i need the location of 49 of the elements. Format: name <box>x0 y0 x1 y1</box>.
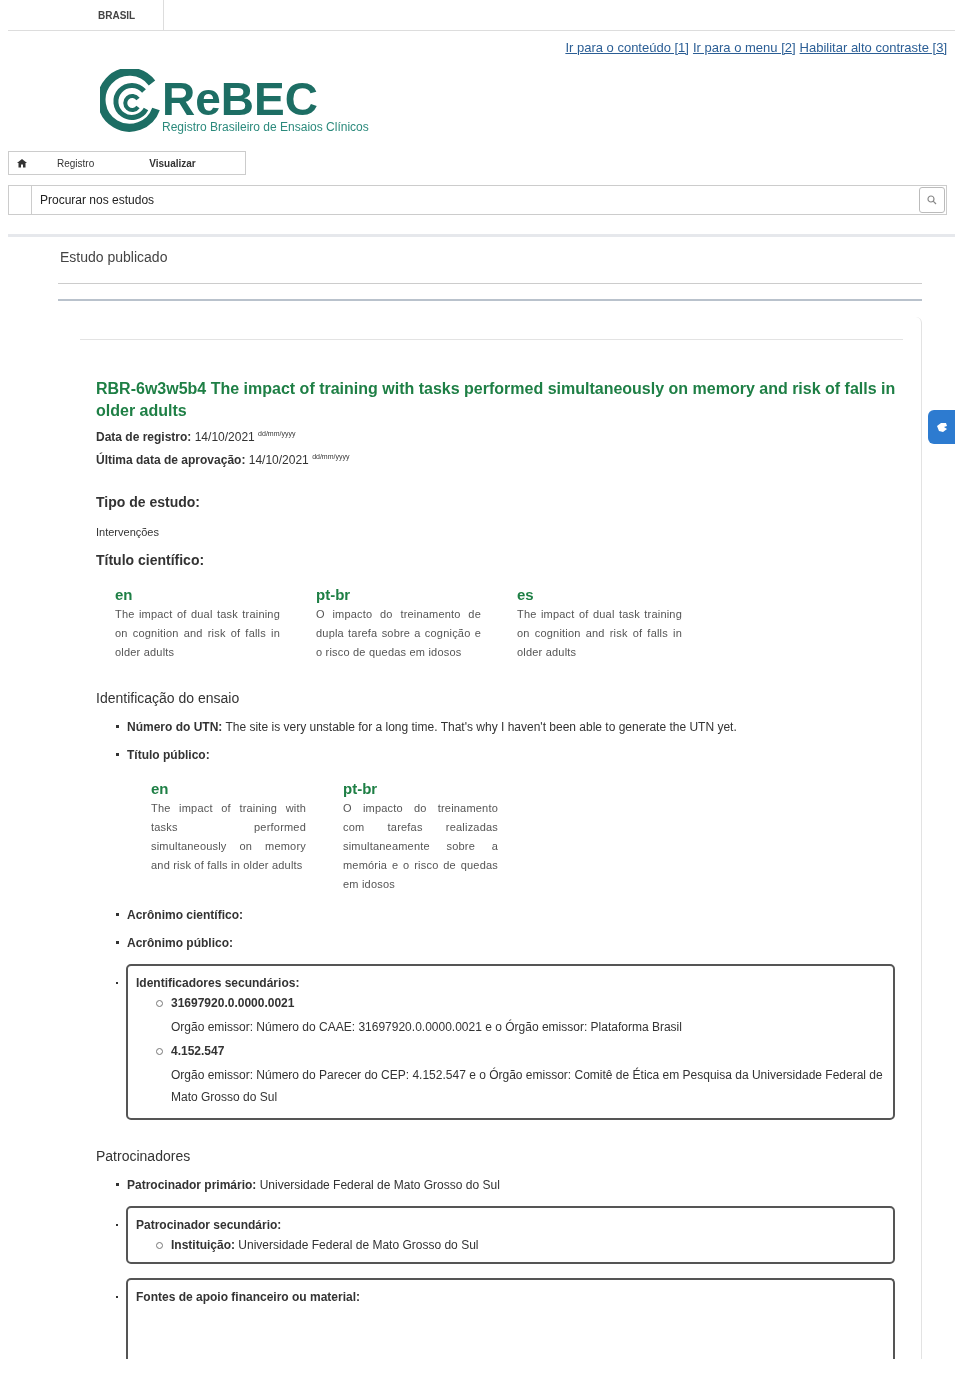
language-code: pt-br <box>343 780 379 797</box>
field-text: Título público: <box>127 748 210 762</box>
field-text: Patrocinador primário: Universidade Federal de Mato Grosso do Sul <box>127 1178 500 1192</box>
bullet-icon <box>116 941 119 944</box>
breadcrumb-link[interactable]: Visualizar <box>149 157 196 169</box>
language-code: es <box>517 586 535 603</box>
issuer-text: Orgão emissor: Número do CAAE: 31697920.0.0000.0021 e o Órgão emissor: Plataforma Brasil <box>171 1018 682 1036</box>
identifier-text: 31697920.0.0000.0021 <box>171 996 296 1010</box>
translated-title: The impact of dual task training on cognition and risk of falls in older adults <box>517 607 682 660</box>
search-icon <box>927 195 937 205</box>
accessibility-link[interactable]: Habilitar alto contraste [3] <box>799 40 947 55</box>
translated-title: The impact of dual task training on cognition and risk of falls in older adults <box>115 607 280 660</box>
section-subheading: Título científico: <box>96 552 206 568</box>
group-label: Patrocinador secundário: <box>136 1218 283 1232</box>
field-text: Acrônimo público: <box>127 936 233 950</box>
bullet-icon <box>116 913 119 916</box>
search-button[interactable] <box>919 187 945 213</box>
language-code: en <box>151 780 170 797</box>
breadcrumb-link[interactable]: Registro <box>57 157 95 169</box>
date-line: Última data de aprovação: 14/10/2021 $^{dd/mm/yyyy}$ <box>96 451 351 469</box>
language-code: en <box>115 586 134 603</box>
bullet-icon <box>116 753 119 756</box>
country-label[interactable]: BRASIL <box>8 0 165 30</box>
field-text: Número do UTN: The site is very unstable for a long time. That's why I haven't been able to generate the UTN yet. <box>127 720 737 734</box>
language-code: pt-br <box>316 586 352 603</box>
translated-title: O impacto do treinamento com tarefas realizadas simultaneamente sobre a memória e o risco de quedas em idosos <box>343 801 498 892</box>
translated-title: The impact of training with tasks performed simultaneously on memory and risk of falls in older adults <box>151 801 306 873</box>
accessibility-button[interactable] <box>928 410 955 444</box>
home-icon[interactable] <box>17 158 27 168</box>
translated-title: O impacto do treinamento de dupla tarefa sobre a cognição e o risco de quedas em idosos <box>316 607 481 660</box>
page-heading: Estudo publicado <box>60 249 169 267</box>
study-title: RBR-6w3w5b4 The impact of training with tasks performed simultaneously on memory and risk of falls in older adults <box>96 379 897 421</box>
accessibility-link[interactable]: Ir para o conteúdo [1] <box>565 40 689 55</box>
field-text: Acrônimo científico: <box>127 908 243 922</box>
logo-subtitle: Registro Brasileiro de Ensaios Clínicos <box>162 120 369 134</box>
group-label: Identificadores secundários: <box>136 976 301 990</box>
date-line: Data de registro: 14/10/2021 $^{dd/mm/yyyy}$ <box>96 429 297 446</box>
section-heading: Patrocinadores <box>96 1148 192 1164</box>
section-subheading: Tipo de estudo: <box>96 494 201 510</box>
study-type-text: Intervenções <box>96 526 160 538</box>
bullet-icon <box>116 1183 119 1186</box>
issuer-text: Orgão emissor: Número do Parecer do CEP: 4.152.547 e o Órgão emissor: Comitê de Ética em Pesquisa da Universidade Federal de Mato Grosso do Sul <box>171 1066 884 1106</box>
identifier-text: Instituição: Universidade Federal de Mato Grosso do Sul <box>171 1238 479 1252</box>
section-heading: Identificação do ensaio <box>96 690 241 706</box>
bullet-icon <box>116 725 119 728</box>
accessibility-link[interactable]: Ir para o menu [2] <box>692 40 796 55</box>
identifier-text: 4.152.547 <box>171 1044 226 1058</box>
logo-icon <box>100 69 162 133</box>
group-label: Fontes de apoio financeiro ou material: <box>136 1290 362 1304</box>
